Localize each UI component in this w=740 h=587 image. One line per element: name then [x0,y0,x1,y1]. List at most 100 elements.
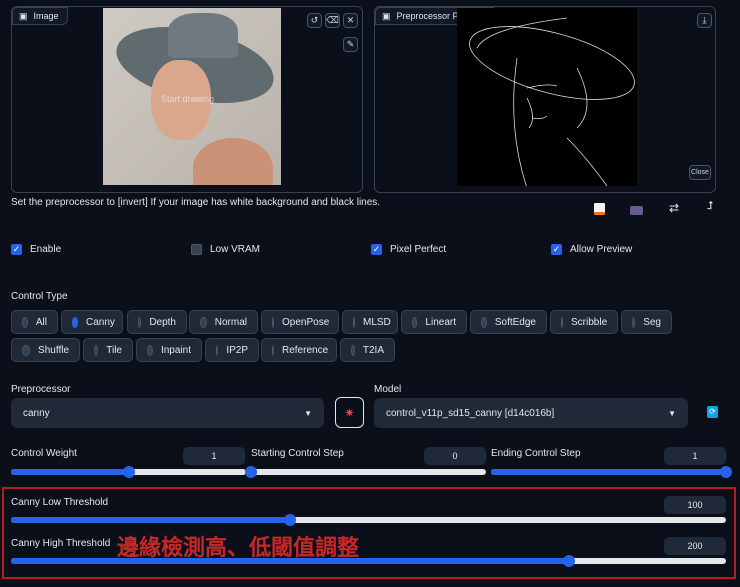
slider-thumb[interactable] [562,555,575,567]
radio-all[interactable]: All [11,310,58,334]
radio-reference[interactable]: Reference [261,338,337,362]
preprocessor-dropdown[interactable]: canny ▼ [11,398,324,428]
radio-label: Depth [149,316,176,328]
model-dropdown[interactable]: control_v11p_sd15_canny [d14c016b] ▼ [374,398,688,428]
image-icon: ▣ [19,10,28,21]
slider-fill [11,517,290,523]
ending-control-step-slider[interactable] [491,466,732,478]
control-type-label: Control Type [11,291,68,302]
canny-high-threshold-input[interactable]: 200 [664,537,726,555]
radio-label: Inpaint [160,344,191,356]
radio-label: OpenPose [282,316,330,328]
chevron-down-icon: ▼ [668,408,676,418]
radio-dot [147,344,153,356]
radio-label: Canny [86,316,115,328]
radio-label: Lineart [425,316,456,328]
canny-low-threshold-slider[interactable] [11,514,726,526]
image-panel[interactable]: ▣ Image Start drawing ↺ ⌫ ✕ ✎ [11,6,363,193]
radio-label: Seg [643,316,661,328]
pixel-perfect-checkbox[interactable]: ✓ Pixel Perfect [371,244,446,255]
radio-dot [272,344,274,356]
radio-dot [72,316,78,328]
preview-image [457,8,637,186]
radio-dot [22,344,31,356]
check-icon: ✓ [11,244,22,255]
ending-control-step-input[interactable]: 1 [664,447,726,465]
radio-label: Shuffle [38,344,69,356]
radio-label: T2IA [362,344,384,356]
hat-crown [168,13,238,58]
radio-dot [22,316,28,328]
canny-low-threshold-label: Canny Low Threshold [11,497,109,508]
hint-text: Set the preprocessor to [invert] If your… [11,197,381,208]
radio-label: Normal [214,316,247,328]
undo-icon[interactable]: ↺ [307,13,322,28]
canny-low-threshold-input[interactable]: 100 [664,496,726,514]
edit-icon[interactable] [594,203,605,215]
shoulder [193,138,273,185]
radio-dot [481,316,487,328]
radio-label: Reference [282,344,329,356]
model-label: Model [374,384,402,395]
radio-inpaint[interactable]: Inpaint [136,338,202,362]
radio-shuffle[interactable]: Shuffle [11,338,80,362]
radio-dot [561,316,563,328]
brush-icon[interactable]: ✎ [343,37,358,52]
enable-checkbox[interactable]: ✓ Enable [11,244,61,255]
checkbox-box [191,244,202,255]
preview-panel: ▣ Preprocessor Preview ⤓ Close [374,6,716,193]
check-icon: ✓ [551,244,562,255]
close-preview-button[interactable]: Close [689,165,711,180]
radio-tile[interactable]: Tile [83,338,133,362]
slider-fill [11,469,129,475]
radio-dot [632,316,636,328]
radio-dot [216,344,219,356]
eraser-icon[interactable]: ⌫ [325,13,340,28]
radio-t2ia[interactable]: T2IA [340,338,395,362]
slider-thumb[interactable] [720,466,732,478]
radio-dot [351,344,355,356]
slider-thumb[interactable] [283,514,296,526]
control-weight-label: Control Weight [11,448,77,459]
radio-scribble[interactable]: Scribble [550,310,618,334]
radio-label: SoftEdge [494,316,536,328]
radio-ip2p[interactable]: IP2P [205,338,259,362]
radio-normal[interactable]: Normal [189,310,258,334]
radio-label: Tile [106,344,122,356]
radio-depth[interactable]: Depth [127,310,187,334]
radio-canny[interactable]: Canny [61,310,123,334]
download-icon[interactable]: ⤓ [697,13,712,28]
starting-control-step-slider[interactable] [245,466,486,478]
slider-fill [11,558,569,564]
radio-dot [94,344,99,356]
low-vram-checkbox[interactable]: Low VRAM [191,244,260,255]
radio-openpose[interactable]: OpenPose [261,310,339,334]
canny-edge-lines [469,17,635,186]
input-image[interactable]: Start drawing [103,8,281,185]
control-weight-slider[interactable] [11,466,246,478]
slider-thumb[interactable] [122,466,135,478]
radio-dot [272,316,274,328]
camera-icon[interactable] [630,206,643,215]
canny-high-threshold-slider[interactable] [11,555,726,567]
allow-preview-checkbox[interactable]: ✓ Allow Preview [551,244,632,255]
send-icon[interactable]: ⮥ [707,200,714,213]
starting-control-step-input[interactable]: 0 [424,447,486,465]
refresh-models-icon[interactable]: ⟳ [707,406,718,418]
start-drawing-overlay: Start drawing [161,94,215,104]
radio-label: IP2P [226,344,248,356]
radio-softedge[interactable]: SoftEdge [470,310,547,334]
radio-label: MLSD [363,316,391,328]
swap-icon[interactable]: ⇄ [669,201,679,215]
radio-dot [412,316,418,328]
radio-label: Scribble [571,316,608,328]
close-icon[interactable]: ✕ [343,13,358,28]
slider-thumb[interactable] [245,466,257,478]
slider-fill [491,469,726,475]
run-preprocessor-button[interactable]: ✷ [335,397,364,428]
radio-lineart[interactable]: Lineart [401,310,467,334]
radio-seg[interactable]: Seg [621,310,672,334]
radio-mlsd[interactable]: MLSD [342,310,398,334]
check-icon: ✓ [371,244,382,255]
control-weight-input[interactable]: 1 [183,447,245,465]
